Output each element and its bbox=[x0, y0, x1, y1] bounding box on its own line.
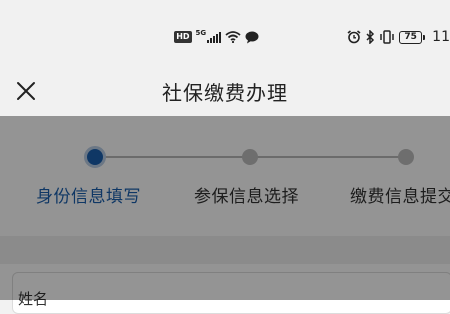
alarm-icon bbox=[347, 30, 361, 44]
signal-icon bbox=[207, 31, 222, 43]
status-bar: HD 5G 75 11 bbox=[0, 0, 450, 70]
battery-icon: 75 bbox=[399, 30, 426, 44]
network-type-label: 5G bbox=[195, 29, 207, 37]
bluetooth-icon bbox=[366, 30, 375, 44]
message-icon bbox=[245, 31, 259, 43]
page-title: 社保缴费办理 bbox=[162, 81, 288, 105]
status-icons: HD 5G 75 11 bbox=[174, 27, 450, 47]
title-bar: 社保缴费办理 bbox=[0, 70, 450, 116]
wifi-icon bbox=[225, 31, 241, 43]
hd-icon: HD bbox=[174, 31, 192, 43]
vibrate-icon bbox=[380, 30, 394, 44]
clock: 11 bbox=[432, 29, 450, 45]
modal-overlay[interactable] bbox=[0, 116, 450, 300]
